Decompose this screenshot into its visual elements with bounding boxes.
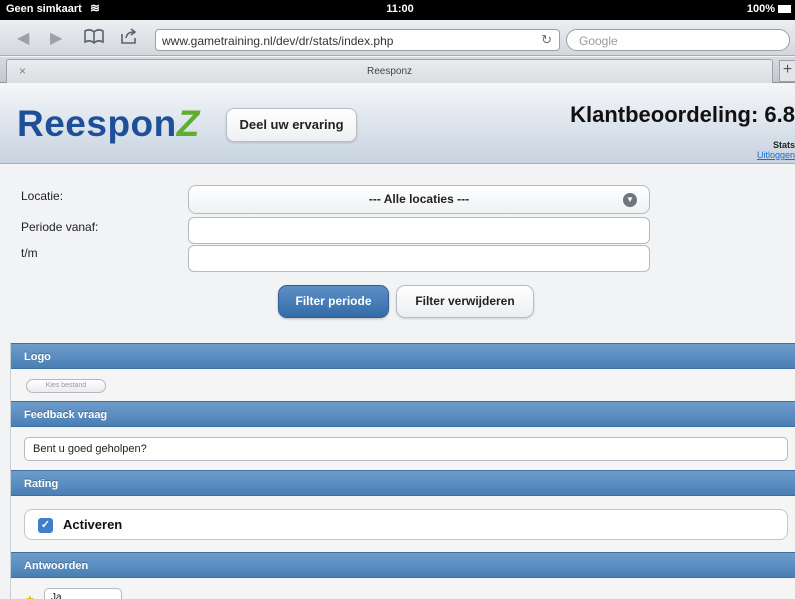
address-bar[interactable]: www.gametraining.nl/dev/dr/stats/index.p…	[155, 29, 560, 51]
choose-file-button[interactable]: Kies bestand	[26, 379, 106, 393]
clock: 11:00	[386, 3, 414, 15]
remove-filter-button[interactable]: Filter verwijderen	[396, 285, 534, 318]
status-bar: Geen simkaart ≋ 11:00 100%	[0, 0, 795, 20]
chevron-down-icon: ▼	[623, 193, 637, 207]
location-select[interactable]: --- Alle locaties --- ▼	[188, 185, 650, 214]
star-icon: ★	[25, 593, 35, 599]
activate-label: Activeren	[63, 517, 123, 532]
browser-toolbar: ◀ ▶ www.gametraining.nl/dev/dr/stats/ind…	[0, 20, 795, 56]
battery-percentage: 100%	[746, 3, 775, 15]
tab-bar: × Reesponz +	[0, 57, 795, 83]
logo-z: Z	[176, 103, 200, 144]
logo-text: Reespon	[17, 103, 177, 144]
stats-label: Stats	[772, 140, 795, 150]
share-icon[interactable]	[120, 28, 138, 49]
customer-rating-title: Klantbeoordeling: 6.8	[570, 102, 795, 127]
period-from-label: Periode vanaf:	[21, 220, 99, 234]
reload-icon[interactable]: ↻	[541, 32, 552, 48]
answer-input[interactable]: Ja	[44, 588, 122, 599]
settings-panel: Logo Kies bestand Feedback vraag Bent u …	[10, 342, 795, 599]
tab-reesponz[interactable]: × Reesponz	[6, 59, 773, 83]
search-field[interactable]: Google	[566, 29, 790, 51]
tab-title: Reesponz	[366, 66, 413, 77]
page-header: ReesponZ Deel uw ervaring Klantbeoordeli…	[0, 84, 795, 164]
filter-period-button[interactable]: Filter periode	[278, 285, 389, 318]
feedback-section-header: Feedback vraag	[11, 401, 795, 427]
book-glyph	[84, 29, 104, 45]
filter-form: Locatie: --- Alle locaties --- ▼ Periode…	[0, 165, 795, 342]
url-text: www.gametraining.nl/dev/dr/stats/index.p…	[162, 34, 394, 48]
activate-checkbox[interactable]: ✓	[38, 518, 53, 533]
logout-link[interactable]: Uitloggen	[757, 150, 795, 160]
carrier-label: Geen simkaart	[6, 3, 82, 15]
bookmarks-icon[interactable]	[84, 28, 104, 49]
share-experience-button[interactable]: Deel uw ervaring	[226, 108, 357, 142]
new-tab-button[interactable]: +	[779, 60, 795, 82]
location-selected-value: --- Alle locaties ---	[368, 192, 470, 206]
battery-icon	[778, 5, 791, 13]
location-label: Locatie:	[21, 189, 64, 203]
back-icon[interactable]: ◀	[17, 28, 29, 48]
rating-section-header: Rating	[11, 470, 795, 496]
search-placeholder: Google	[579, 34, 618, 48]
logo-section-header: Logo	[11, 343, 795, 369]
answers-section-header: Antwoorden	[11, 552, 795, 578]
close-tab-icon[interactable]: ×	[19, 64, 26, 78]
wifi-icon: ≋	[90, 1, 101, 15]
reesponz-logo: ReesponZ	[17, 103, 200, 145]
period-to-input[interactable]	[188, 245, 650, 272]
share-glyph	[121, 28, 137, 44]
activate-rating-row[interactable]: ✓ Activeren	[24, 509, 788, 540]
period-from-input[interactable]	[188, 217, 650, 244]
forward-icon[interactable]: ▶	[50, 28, 62, 48]
feedback-question-input[interactable]: Bent u goed geholpen?	[24, 437, 788, 461]
period-to-label: t/m	[21, 246, 38, 260]
